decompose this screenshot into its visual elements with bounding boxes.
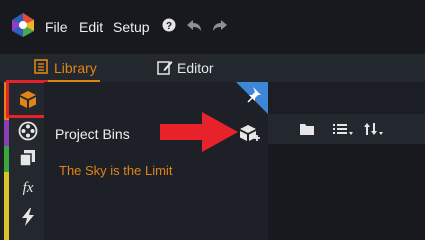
copy-pages-icon[interactable] (17, 147, 39, 169)
pointer-arrow (160, 112, 238, 152)
browser-content (268, 144, 425, 240)
app-logo-icon[interactable] (10, 12, 36, 38)
svg-text:?: ? (166, 21, 172, 32)
rail-strip-effects (4, 172, 9, 240)
svg-text:fx: fx (23, 180, 34, 196)
menu-file[interactable]: File (45, 19, 68, 35)
undo-icon[interactable] (186, 19, 202, 32)
redo-icon[interactable] (212, 19, 228, 32)
menu-setup[interactable]: Setup (113, 19, 150, 35)
tab-editor[interactable]: Editor (177, 60, 214, 76)
rail-strip-media (4, 120, 9, 146)
browser-header (268, 82, 425, 114)
media-reel-icon[interactable] (17, 120, 39, 142)
edit-pencil-icon (157, 61, 173, 75)
library-highlight-box (6, 80, 48, 118)
pin-icon[interactable] (236, 82, 268, 114)
new-bin-icon[interactable] (239, 124, 261, 142)
help-icon[interactable]: ? (162, 18, 176, 32)
lightning-icon[interactable] (17, 206, 39, 228)
sort-icon[interactable] (363, 122, 385, 136)
project-bins-panel (44, 82, 268, 240)
rail-strip-copy (4, 146, 9, 172)
tab-library[interactable]: Library (54, 60, 97, 76)
fx-icon[interactable]: fx (17, 176, 39, 198)
menu-edit[interactable]: Edit (79, 19, 103, 35)
library-book-icon (34, 59, 48, 74)
project-bins-title: Project Bins (55, 126, 130, 142)
folder-icon[interactable] (299, 122, 315, 136)
bin-item[interactable]: The Sky is the Limit (59, 163, 172, 178)
list-view-icon[interactable] (332, 122, 354, 136)
